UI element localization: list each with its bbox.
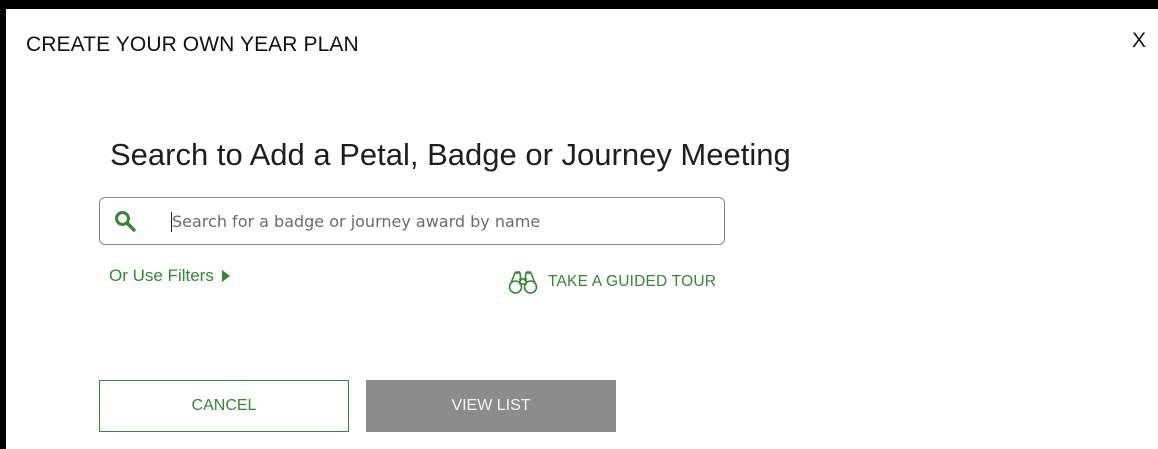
caret-right-icon: [221, 270, 230, 282]
guided-tour-link[interactable]: TAKE A GUIDED TOUR: [508, 269, 716, 295]
search-heading: Search to Add a Petal, Badge or Journey …: [110, 137, 791, 172]
modal-title: CREATE YOUR OWN YEAR PLAN: [26, 33, 359, 56]
search-icon: [115, 211, 136, 232]
search-input[interactable]: [172, 206, 702, 236]
use-filters-label: Or Use Filters: [109, 266, 214, 285]
binoculars-icon: [508, 271, 538, 294]
view-list-button[interactable]: VIEW LIST: [366, 380, 616, 432]
close-button[interactable]: X: [1132, 29, 1146, 53]
guided-tour-label: TAKE A GUIDED TOUR: [548, 273, 717, 290]
search-box: [99, 197, 725, 245]
use-filters-link[interactable]: Or Use Filters: [109, 266, 230, 286]
year-plan-modal: CREATE YOUR OWN YEAR PLAN X Search to Ad…: [0, 0, 1158, 449]
cancel-button[interactable]: CANCEL: [99, 380, 349, 432]
